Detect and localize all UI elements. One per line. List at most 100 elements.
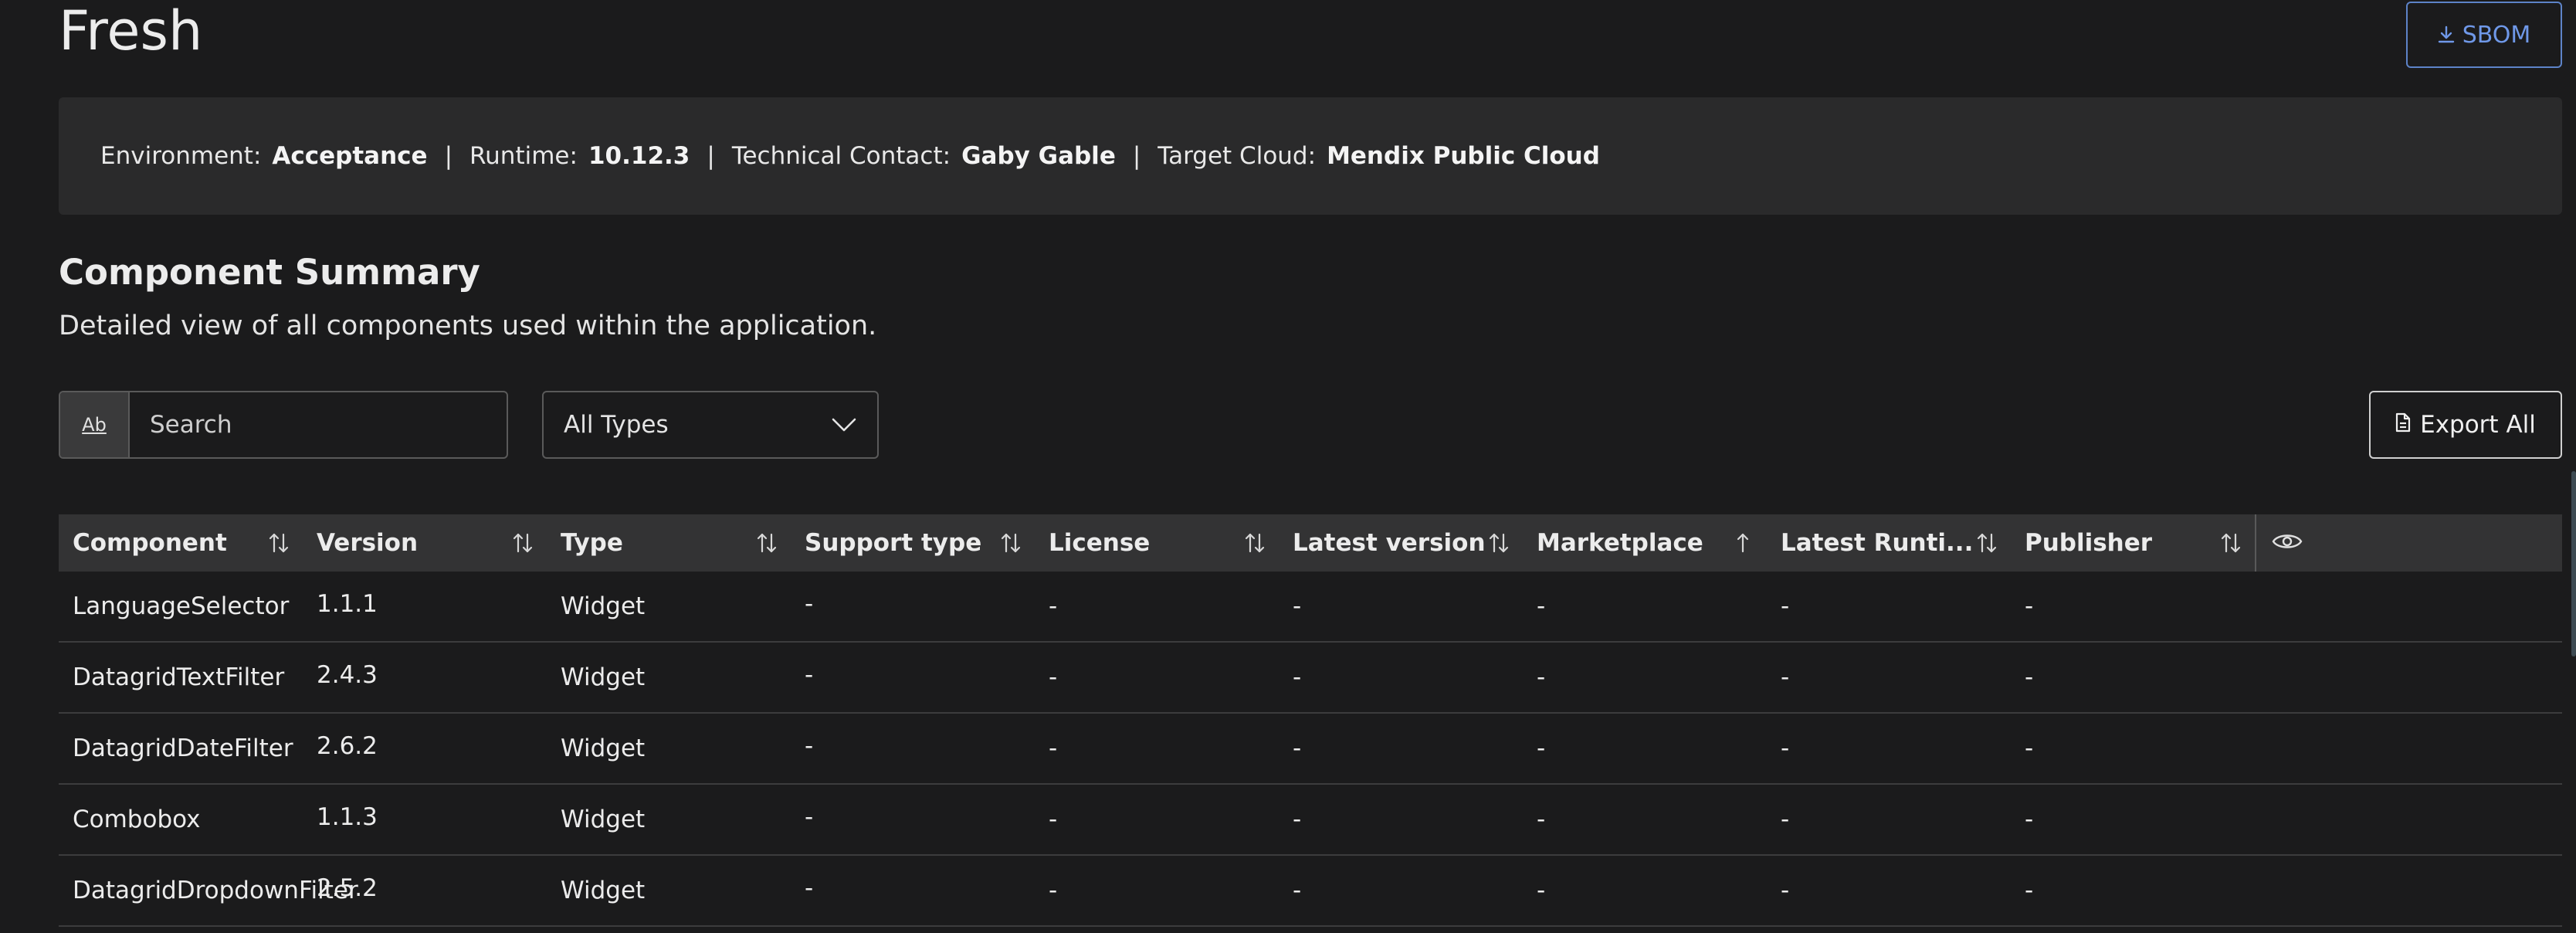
sort-icon xyxy=(1487,531,1510,555)
sort-icon xyxy=(999,531,1022,555)
runtime-info: Runtime: 10.12.3 xyxy=(469,142,690,170)
sbom-button[interactable]: SBOM xyxy=(2406,2,2562,68)
column-visibility-button[interactable] xyxy=(2255,514,2343,572)
table-row[interactable]: DatagridDateFilter 2.6.2 Widget - - - - - - xyxy=(59,714,2562,785)
cell-marketplace: - xyxy=(1537,735,1546,762)
table-row[interactable]: DatagridDropdownFilter 2.5.2 Widget - - - - - - xyxy=(59,856,2562,927)
search-group: Ab xyxy=(59,391,508,459)
cell-component: DatagridTextFilter xyxy=(73,663,285,691)
column-header-label: Type xyxy=(561,529,623,557)
column-header[interactable]: Support type xyxy=(791,514,1035,572)
sort-icon xyxy=(1243,531,1266,555)
cell-marketplace: - xyxy=(1537,592,1546,620)
column-header-label: Latest version xyxy=(1293,529,1486,557)
cell-type: Widget xyxy=(561,806,646,833)
table-body: LanguageSelector 1.1.1 Widget - - - - - - Datagri… xyxy=(59,572,2562,927)
column-header[interactable]: Component xyxy=(59,514,303,572)
cell-component: Combobox xyxy=(73,806,201,833)
scrollbar[interactable] xyxy=(2571,471,2576,656)
cell-latest-version: - xyxy=(1293,735,1302,762)
cell-publisher: - xyxy=(2025,877,2034,904)
column-header[interactable]: Latest Runti... xyxy=(1767,514,2011,572)
cell-version: 1.1.3 xyxy=(317,803,378,831)
table-row[interactable]: DatagridTextFilter 2.4.3 Widget - - - - - - xyxy=(59,643,2562,714)
search-input[interactable] xyxy=(130,392,507,457)
cell-type: Widget xyxy=(561,663,646,691)
column-header[interactable]: Version xyxy=(303,514,547,572)
cell-support-type: - xyxy=(805,803,814,831)
type-filter-select[interactable]: All Types xyxy=(542,391,879,459)
cell-version: 2.4.3 xyxy=(317,661,378,689)
cell-publisher: - xyxy=(2025,663,2034,691)
cell-latest-runtime: - xyxy=(1781,806,1790,833)
cell-license: - xyxy=(1049,806,1058,833)
info-separator: | xyxy=(1132,142,1141,170)
table-row[interactable]: Combobox 1.1.3 Widget - - - - - - xyxy=(59,785,2562,856)
sort-icon xyxy=(267,531,290,555)
environment-label: Environment: xyxy=(100,142,262,170)
cell-marketplace: - xyxy=(1537,877,1546,904)
type-filter-value: All Types xyxy=(564,411,669,439)
cell-component: LanguageSelector xyxy=(73,592,290,620)
cloud-value: Mendix Public Cloud xyxy=(1327,142,1600,170)
cell-latest-runtime: - xyxy=(1781,735,1790,762)
column-header[interactable]: Publisher xyxy=(2011,514,2255,572)
column-header[interactable]: Type xyxy=(547,514,791,572)
sort-icon xyxy=(755,531,778,555)
column-header-label: Version xyxy=(317,529,419,557)
column-header[interactable]: Latest version xyxy=(1279,514,1523,572)
contact-value: Gaby Gable xyxy=(961,142,1116,170)
cell-support-type: - xyxy=(805,874,814,902)
runtime-value: 10.12.3 xyxy=(588,142,690,170)
cell-publisher: - xyxy=(2025,592,2034,620)
column-header-label: Publisher xyxy=(2025,529,2153,557)
cell-component: DatagridDropdownFilter xyxy=(73,877,358,904)
cell-license: - xyxy=(1049,735,1058,762)
column-header[interactable]: License xyxy=(1035,514,1279,572)
column-header[interactable]: Marketplace xyxy=(1523,514,1767,572)
export-all-label: Export All xyxy=(2420,411,2536,439)
sort-ascending-icon xyxy=(1731,531,1754,555)
section-subtitle: Detailed view of all components used wit… xyxy=(59,310,877,341)
column-header-label: Marketplace xyxy=(1537,529,1703,557)
cell-latest-version: - xyxy=(1293,877,1302,904)
cell-marketplace: - xyxy=(1537,806,1546,833)
column-header-label: License xyxy=(1049,529,1151,557)
search-mode-button[interactable]: Ab xyxy=(60,392,130,457)
cell-license: - xyxy=(1049,592,1058,620)
cell-latest-runtime: - xyxy=(1781,592,1790,620)
column-header-label: Latest Runti... xyxy=(1781,529,1974,557)
contact-label: Technical Contact: xyxy=(731,142,951,170)
cell-license: - xyxy=(1049,877,1058,904)
export-all-button[interactable]: Export All xyxy=(2369,391,2562,459)
cell-version: 1.1.1 xyxy=(317,590,378,618)
sort-icon xyxy=(511,531,534,555)
info-separator: | xyxy=(707,142,715,170)
sort-icon xyxy=(1975,531,1998,555)
cell-type: Widget xyxy=(561,735,646,762)
sort-icon xyxy=(2219,531,2242,555)
cell-latest-runtime: - xyxy=(1781,663,1790,691)
cell-support-type: - xyxy=(805,732,814,760)
cell-publisher: - xyxy=(2025,806,2034,833)
document-icon xyxy=(2395,411,2411,439)
cell-latest-version: - xyxy=(1293,806,1302,833)
cell-type: Widget xyxy=(561,592,646,620)
cell-support-type: - xyxy=(805,590,814,618)
cell-version: 2.6.2 xyxy=(317,732,378,760)
cell-version: 2.5.2 xyxy=(317,874,378,902)
cell-support-type: - xyxy=(805,661,814,689)
cell-license: - xyxy=(1049,663,1058,691)
table-row[interactable]: LanguageSelector 1.1.1 Widget - - - - - - xyxy=(59,572,2562,643)
cell-marketplace: - xyxy=(1537,663,1546,691)
cloud-info: Target Cloud: Mendix Public Cloud xyxy=(1158,142,1600,170)
table-header: Component Version Type Support type License L… xyxy=(59,514,2562,572)
column-header-label: Support type xyxy=(805,529,982,557)
contact-info: Technical Contact: Gaby Gable xyxy=(732,142,1116,170)
page-title: Fresh xyxy=(59,0,203,63)
column-header-label: Component xyxy=(73,529,227,557)
cell-latest-version: - xyxy=(1293,592,1302,620)
runtime-label: Runtime: xyxy=(469,142,578,170)
download-icon xyxy=(2438,25,2455,44)
environment-info: Environment: Acceptance xyxy=(100,142,428,170)
